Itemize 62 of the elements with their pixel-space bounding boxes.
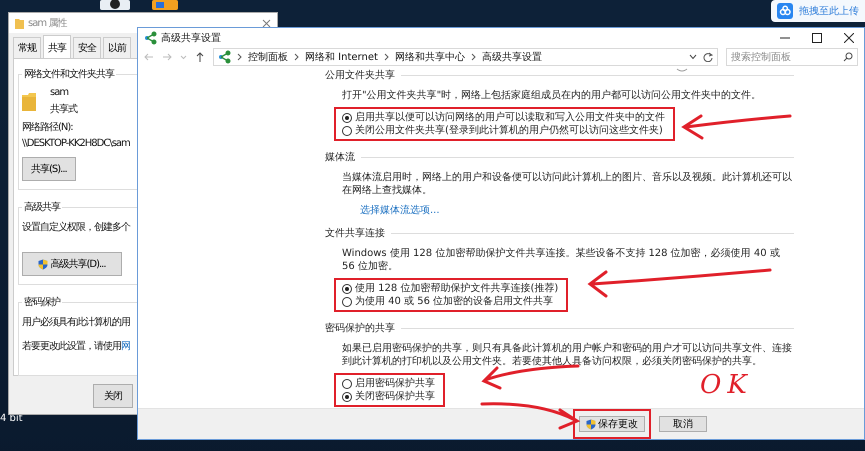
dropdown-icon[interactable] (689, 53, 697, 61)
chevron-icon (237, 53, 242, 61)
chevron-icon (384, 53, 389, 61)
tab[interactable]: 共享 (43, 35, 71, 58)
network-icon (218, 50, 231, 64)
hint-text: 若要更改此设置，请使用 (22, 341, 121, 352)
network-path: \\DESKTOP-KK2H8DC\sam (22, 138, 131, 149)
close-icon[interactable] (844, 32, 854, 42)
refresh-icon[interactable] (703, 52, 713, 62)
radio-button[interactable]: 关闭公用文件夹共享(登录到此计算机的用户仍然可以访问这些文件夹) (342, 124, 665, 137)
radio-button[interactable]: 为使用 40 或 56 位加密的设备启用文件共享 (342, 295, 558, 308)
shield-icon (586, 418, 596, 430)
app-icon[interactable] (100, 0, 130, 10)
cloud-icon (777, 3, 793, 19)
description: Windows 使用 128 位加密帮助保护文件共享连接。某些设备不支持 128 位加密，必须使用 40 或 56 位加密。 (342, 247, 781, 273)
breadcrumb-item[interactable]: 网络和 Internet (305, 50, 378, 64)
description: 打开"公用文件夹共享"时，网络上包括家庭组成员在内的用户都可以访问公用文件夹中的文件。 (342, 89, 762, 102)
breadcrumb-item[interactable]: 网络和共享中心 (394, 50, 465, 64)
description: 设置自定义权限，创建多个 (22, 220, 132, 234)
settings-link[interactable]: 网 (121, 341, 130, 352)
tab[interactable]: 以前 (103, 37, 131, 58)
advanced-sharing-button[interactable]: 高级共享(D)... (22, 252, 122, 276)
annotation-text: OK (700, 370, 753, 400)
share-button[interactable]: 共享(S)... (22, 157, 76, 181)
window-title: sam 属性 (28, 16, 68, 30)
group-heading: 网络文件和文件夹共享 (23, 68, 116, 81)
maximize-icon[interactable] (812, 32, 822, 42)
section-heading: 文件共享连接 (325, 227, 385, 240)
path-label: 网络路径(N): (22, 121, 74, 134)
section-heading: 媒体流 (325, 151, 355, 164)
group-heading: 高级共享 (23, 200, 62, 214)
window-title: 高级共享设置 (161, 32, 222, 44)
shield-icon (38, 258, 48, 270)
cancel-button[interactable]: 取消 (659, 416, 707, 432)
chevron-icon (294, 53, 299, 61)
save-button[interactable]: 保存更改 (579, 416, 645, 432)
chevron-icon (470, 53, 476, 61)
tab[interactable]: 安全 (73, 37, 101, 58)
description: 如果已启用密码保护的共享，则只有具备此计算机的用户帐户和密码的用户才可以访问共享文件、连接到此计算机的打印机以及公用文件夹。若要使其他人具备访问权限，必须关闭密码保护的共享。 (342, 342, 793, 368)
section-heading: 公用文件夹共享 (325, 69, 395, 82)
close-button[interactable]: 关闭 (93, 384, 133, 408)
upload-label: 拖拽至此上传 (799, 4, 859, 18)
radio-button[interactable]: 启用共享以便可以访问网络的用户可以读取和写入公用文件夹中的文件 (342, 111, 665, 124)
up-icon[interactable] (195, 52, 205, 62)
group-heading: 密码保护 (23, 296, 62, 309)
folder-icon (15, 18, 24, 28)
description: 用户必须具有此计算机的用 (22, 316, 131, 329)
folder-icon (22, 92, 36, 110)
upload-widget[interactable]: 拖拽至此上传 (771, 0, 865, 22)
radio-button[interactable]: 关闭密码保护共享 (342, 390, 435, 403)
share-status: 共享式 (50, 102, 77, 116)
collapse-icon[interactable] (676, 68, 688, 74)
radio-button[interactable]: 启用密码保护共享 (342, 377, 435, 390)
folder-name: sam (50, 87, 70, 98)
tab[interactable]: 常规 (13, 37, 41, 58)
section-heading: 密码保护的共享 (325, 322, 395, 335)
breadcrumb-item[interactable]: 控制面板 (248, 50, 288, 64)
network-icon (144, 30, 157, 44)
media-options-link[interactable]: 选择媒体流选项... (360, 204, 440, 217)
breadcrumb-item[interactable]: 高级共享设置 (482, 50, 542, 64)
radio-button[interactable]: 使用 128 位加密帮助保护文件共享连接(推荐) (342, 282, 558, 295)
description: 当媒体流启用时，网络上的用户和设备便可以访问此计算机上的图片、音乐以及视频。此计算机还可以在网络上查找媒体。 (342, 171, 793, 197)
